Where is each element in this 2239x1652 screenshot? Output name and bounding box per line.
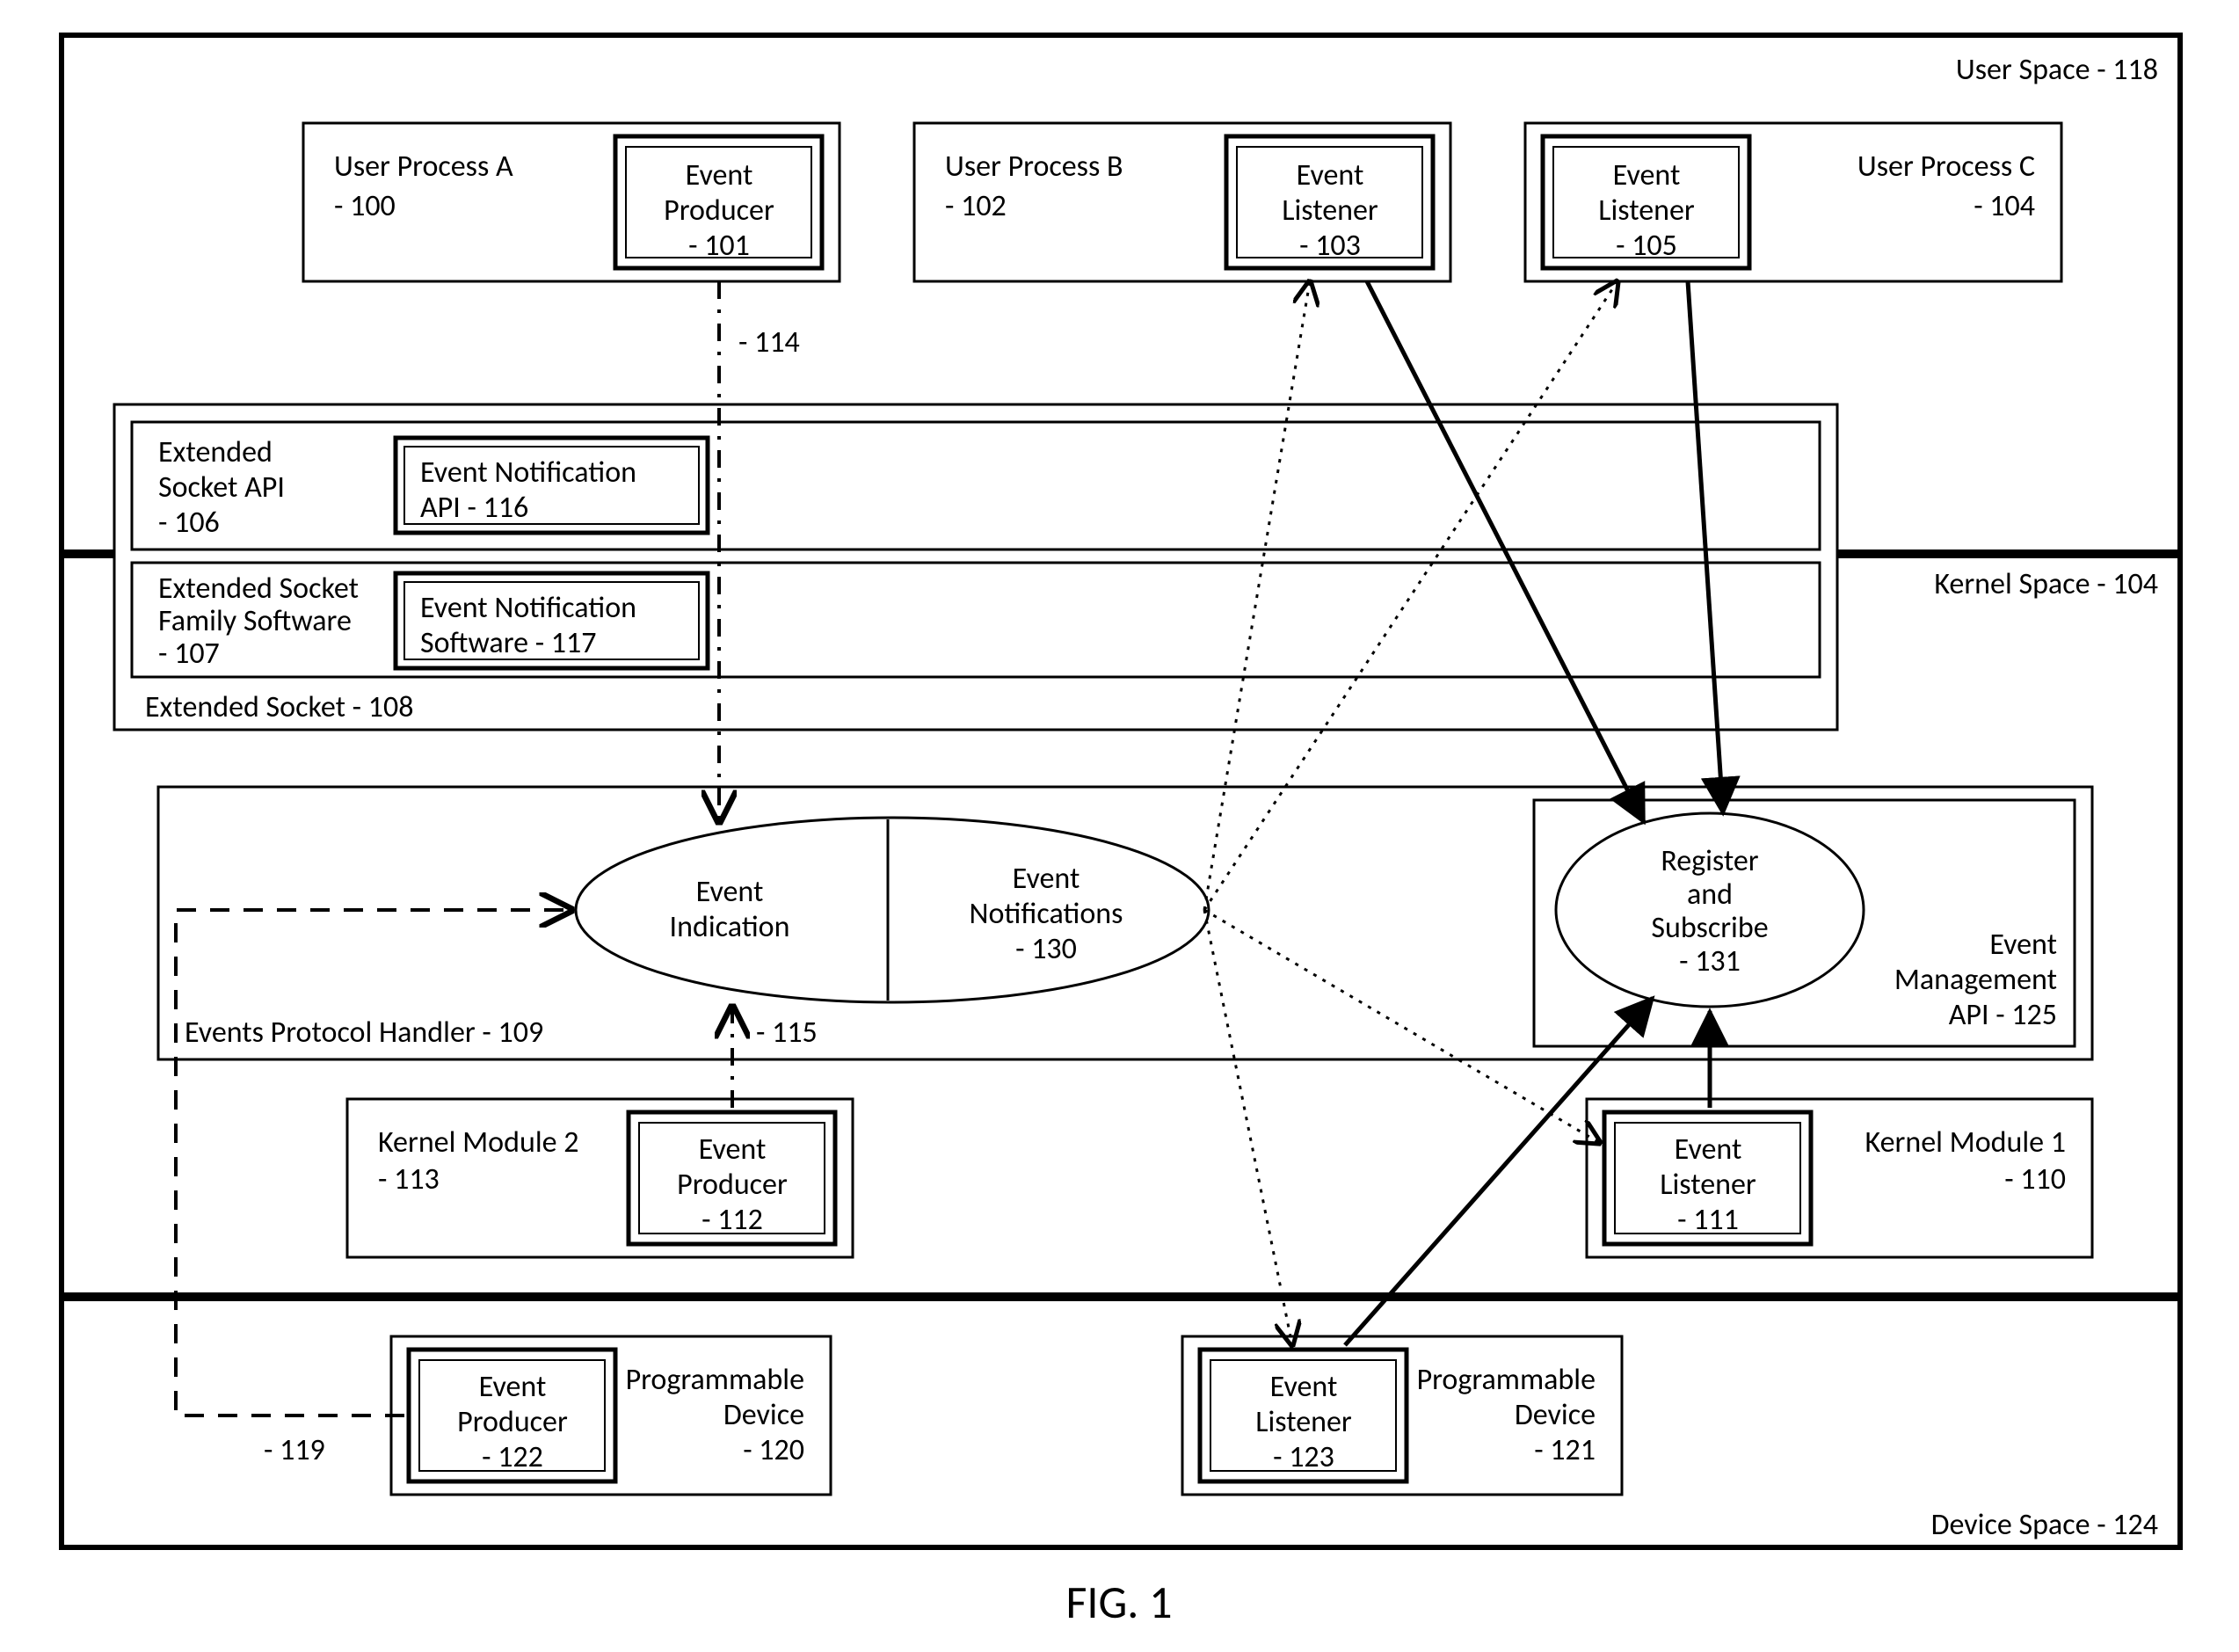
user-space-label: User Space - 118 bbox=[1956, 52, 2158, 88]
event-producer-122-ref: - 122 bbox=[482, 1439, 543, 1475]
event-listener-123-l2: Listener bbox=[1255, 1404, 1352, 1440]
outer-frame bbox=[62, 35, 2180, 1547]
ext-sw-l2: Family Software bbox=[158, 603, 352, 639]
event-listener-111-ref: - 111 bbox=[1677, 1202, 1739, 1238]
event-listener-103-l2: Listener bbox=[1282, 193, 1378, 229]
event-listener-105: Event Listener - 105 bbox=[1543, 136, 1749, 268]
event-listener-103-ref: - 103 bbox=[1299, 228, 1361, 264]
register-ref: - 131 bbox=[1679, 943, 1741, 979]
kernel-module-1-ref: - 110 bbox=[2004, 1161, 2066, 1197]
event-producer-112: Event Producer - 112 bbox=[629, 1112, 835, 1244]
kernel-module-1: Kernel Module 1 - 110 Event Listener - 1… bbox=[1587, 1099, 2092, 1257]
programmable-device-120: Programmable Device - 120 Event Producer… bbox=[391, 1336, 831, 1495]
user-process-a: User Process A - 100 Event Producer - 10… bbox=[303, 123, 840, 281]
prog-dev-121-l2: Device bbox=[1515, 1397, 1596, 1433]
event-listener-105-l2: Listener bbox=[1598, 193, 1695, 229]
event-producer-122-l2: Producer bbox=[457, 1404, 568, 1440]
prog-dev-121-ref: - 121 bbox=[1534, 1432, 1596, 1468]
user-process-a-ref: - 100 bbox=[334, 188, 396, 224]
event-producer-122: Event Producer - 122 bbox=[409, 1350, 615, 1481]
prog-dev-120-l1: Programmable bbox=[626, 1362, 804, 1398]
event-indication-l2: Indication bbox=[670, 909, 790, 945]
device-space-label: Device Space - 124 bbox=[1931, 1507, 2158, 1543]
event-listener-103: Event Listener - 103 bbox=[1226, 136, 1433, 268]
event-producer-101-ref: - 101 bbox=[688, 228, 750, 264]
user-process-c: User Process C - 104 Event Listener - 10… bbox=[1525, 123, 2061, 281]
notify-to-111 bbox=[1204, 910, 1600, 1143]
event-producer-112-l2: Producer bbox=[677, 1167, 788, 1203]
event-listener-123-l1: Event bbox=[1270, 1369, 1338, 1405]
events-protocol-handler: Events Protocol Handler - 109 Event Indi… bbox=[158, 787, 2092, 1059]
user-process-b-title: User Process B bbox=[945, 149, 1123, 185]
kernel-module-2-ref: - 113 bbox=[378, 1161, 440, 1197]
register-l1: Register bbox=[1661, 843, 1758, 879]
event-listener-111-l1: Event bbox=[1675, 1132, 1742, 1168]
arrow-119-label: - 119 bbox=[264, 1432, 325, 1468]
user-process-c-title: User Process C bbox=[1857, 149, 2035, 185]
event-notifications-l2: Notifications bbox=[970, 896, 1123, 932]
ext-sw-l1: Extended Socket bbox=[158, 571, 359, 607]
event-listener-105-l1: Event bbox=[1613, 157, 1681, 193]
register-l3: Subscribe bbox=[1651, 910, 1768, 946]
ev-notif-sw-l1: Event Notification bbox=[420, 590, 636, 626]
ext-api-l2: Socket API bbox=[158, 469, 285, 506]
prog-dev-121-l1: Programmable bbox=[1417, 1362, 1596, 1398]
kernel-module-2: Kernel Module 2 - 113 Event Producer - 1… bbox=[347, 1099, 853, 1257]
user-process-b: User Process B - 102 Event Listener - 10… bbox=[914, 123, 1450, 281]
ext-api-ref: - 106 bbox=[158, 505, 220, 541]
events-protocol-handler-label: Events Protocol Handler - 109 bbox=[185, 1015, 543, 1051]
user-process-c-ref: - 104 bbox=[1974, 188, 2035, 224]
user-process-a-title: User Process A bbox=[334, 149, 513, 185]
prog-dev-120-l2: Device bbox=[723, 1397, 804, 1433]
extended-socket: Extended Socket - 108 Extended Socket AP… bbox=[114, 404, 1837, 730]
event-producer-101-l1: Event bbox=[686, 157, 753, 193]
event-notifications-ref: - 130 bbox=[1015, 931, 1077, 967]
event-listener-111: Event Listener - 111 bbox=[1604, 1112, 1811, 1244]
ext-api-l1: Extended bbox=[158, 434, 273, 470]
event-listener-111-l2: Listener bbox=[1660, 1167, 1756, 1203]
event-producer-122-l1: Event bbox=[479, 1369, 547, 1405]
ev-notif-api-l2: API - 116 bbox=[420, 490, 528, 526]
arrow-114-label: - 114 bbox=[738, 324, 800, 360]
kernel-space-label: Kernel Space - 104 bbox=[1934, 566, 2158, 602]
register-l2: and bbox=[1687, 877, 1733, 913]
extended-socket-label: Extended Socket - 108 bbox=[145, 689, 413, 725]
event-listener-123: Event Listener - 123 bbox=[1200, 1350, 1407, 1481]
user-process-b-ref: - 102 bbox=[945, 188, 1007, 224]
kernel-module-2-title: Kernel Module 2 bbox=[378, 1124, 578, 1161]
prog-dev-120-ref: - 120 bbox=[743, 1432, 804, 1468]
figure-caption: FIG. 1 bbox=[1065, 1574, 1172, 1630]
arrow-119 bbox=[176, 910, 571, 1415]
architecture-diagram: User Space - 118 User Process A - 100 Ev… bbox=[0, 0, 2239, 1652]
event-mgmt-l1: Event bbox=[1989, 927, 2057, 963]
arrow-115-label: - 115 bbox=[756, 1015, 818, 1051]
event-producer-101-l2: Producer bbox=[664, 193, 774, 229]
event-mgmt-l3: API - 125 bbox=[1949, 997, 2057, 1033]
event-producer-101: Event Producer - 101 bbox=[615, 136, 822, 268]
event-producer-112-ref: - 112 bbox=[702, 1202, 763, 1238]
kernel-module-1-title: Kernel Module 1 bbox=[1865, 1124, 2066, 1161]
ev-notif-sw-l2: Software - 117 bbox=[420, 625, 597, 661]
event-indication-l1: Event bbox=[696, 874, 764, 910]
event-mgmt-l2: Management bbox=[1894, 962, 2057, 998]
event-listener-105-ref: - 105 bbox=[1616, 228, 1677, 264]
event-producer-112-l1: Event bbox=[699, 1132, 767, 1168]
ev-notif-api-l1: Event Notification bbox=[420, 455, 636, 491]
notify-to-123 bbox=[1204, 910, 1292, 1345]
event-listener-123-ref: - 123 bbox=[1273, 1439, 1334, 1475]
event-notifications-l1: Event bbox=[1013, 861, 1080, 897]
programmable-device-121: Programmable Device - 121 Event Listener… bbox=[1182, 1336, 1622, 1495]
ext-sw-ref: - 107 bbox=[158, 636, 220, 672]
event-listener-103-l1: Event bbox=[1297, 157, 1364, 193]
